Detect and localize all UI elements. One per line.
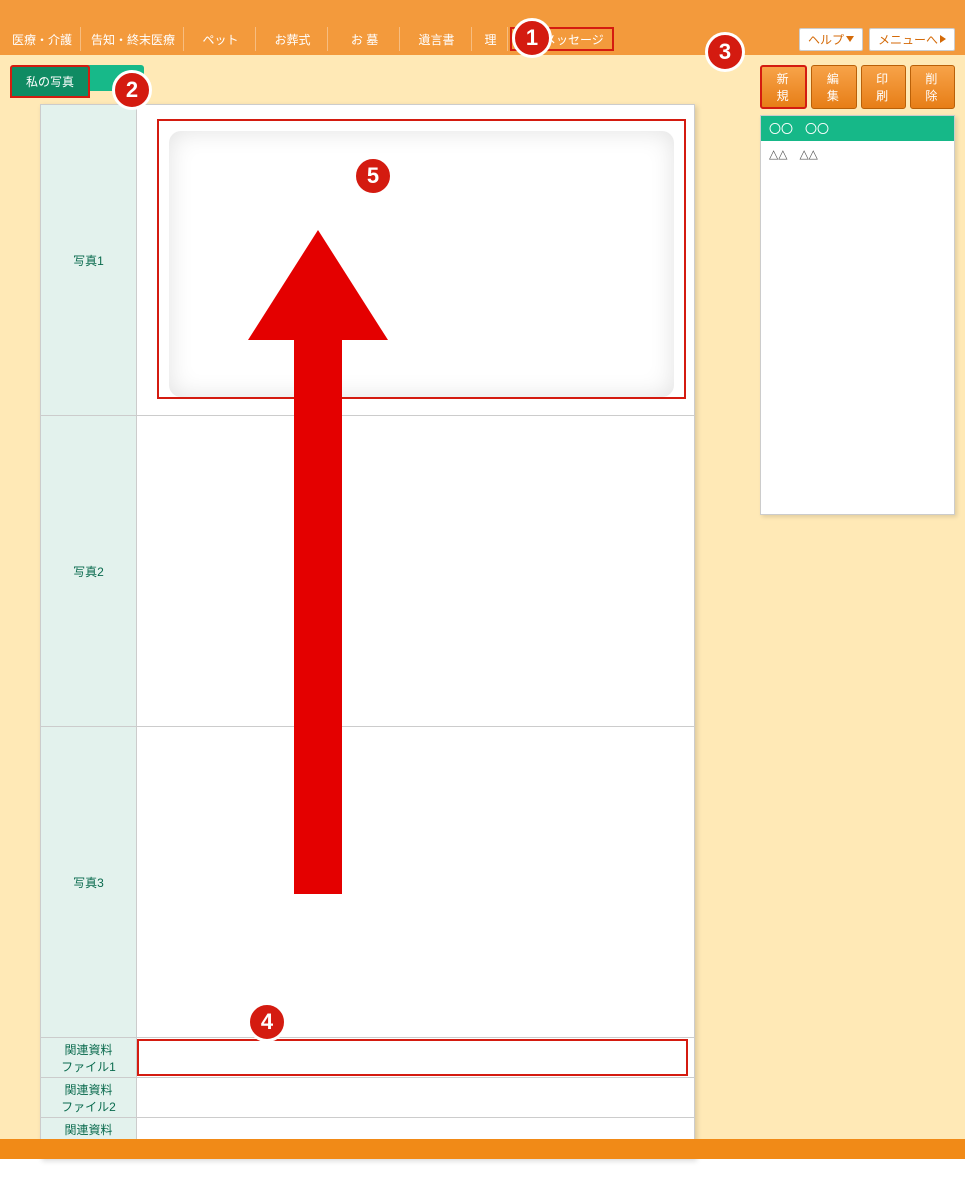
dropzone-highlight <box>157 119 686 399</box>
label-file1-a: 関連資料 <box>64 1041 112 1058</box>
label-file1: 関連資料 ファイル1 <box>41 1038 137 1077</box>
print-button[interactable]: 印刷 <box>861 65 906 109</box>
label-photo1: 写真1 <box>41 105 137 415</box>
help-button-label: ヘルプ <box>808 31 844 48</box>
content-file1[interactable] <box>137 1038 694 1077</box>
list-item-1[interactable]: 〇〇 〇〇 <box>761 116 954 141</box>
content-photo2[interactable] <box>137 416 694 726</box>
form-panel: 写真1 写真2 写真3 関連資料 <box>40 104 695 1159</box>
content-file2[interactable] <box>137 1078 694 1117</box>
list-panel: 〇〇 〇〇 △△ △△ <box>760 115 955 515</box>
edit-button[interactable]: 編集 <box>811 65 856 109</box>
menu-medical[interactable]: 医療・介護 <box>4 27 81 51</box>
label-photo3: 写真3 <box>41 727 137 1037</box>
subtab-bar: 私の写真 <box>10 65 746 98</box>
action-buttons: 新規 編集 印刷 削除 <box>760 65 955 109</box>
chevron-down-icon <box>846 36 854 42</box>
left-column: 私の写真 写真1 写真2 写真3 <box>10 65 746 1159</box>
dropzone-inner <box>169 131 674 397</box>
label-photo2: 写真2 <box>41 416 137 726</box>
menu-partial[interactable]: 理 <box>474 27 508 51</box>
menu-to-button[interactable]: メニューへ <box>869 28 955 51</box>
menu-to-label: メニューへ <box>878 31 938 48</box>
right-column: 新規 編集 印刷 削除 〇〇 〇〇 △△ △△ <box>760 65 955 515</box>
help-button[interactable]: ヘルプ <box>799 28 863 51</box>
menu-will[interactable]: 遺言書 <box>402 27 472 51</box>
delete-button[interactable]: 削除 <box>910 65 955 109</box>
content-area: 私の写真 写真1 写真2 写真3 <box>0 55 965 1159</box>
menu-grave[interactable]: お 墓 <box>330 27 400 51</box>
content-photo1[interactable] <box>137 105 694 415</box>
content-photo3[interactable] <box>137 727 694 1037</box>
list-item-2[interactable]: △△ △△ <box>761 141 954 166</box>
top-orange-bar <box>0 0 965 23</box>
label-file2-b: ファイル2 <box>61 1098 116 1115</box>
label-file2-a: 関連資料 <box>64 1081 112 1098</box>
label-file2: 関連資料 ファイル2 <box>41 1078 137 1117</box>
bottom-orange-strip <box>0 1139 965 1159</box>
menu-funeral[interactable]: お葬式 <box>258 27 328 51</box>
menu-pet[interactable]: ペット <box>186 27 256 51</box>
row-file1: 関連資料 ファイル1 <box>41 1038 694 1078</box>
subtab-my-photo[interactable]: 私の写真 <box>10 65 90 98</box>
new-button[interactable]: 新規 <box>760 65 807 109</box>
main-menu-bar: 医療・介護 告知・終末医療 ペット お葬式 お 墓 遺言書 理 私のメッセージ … <box>0 23 965 55</box>
file-highlight <box>137 1039 688 1076</box>
row-photo2: 写真2 <box>41 416 694 727</box>
row-photo1: 写真1 <box>41 105 694 416</box>
row-photo3: 写真3 <box>41 727 694 1038</box>
menu-notice[interactable]: 告知・終末医療 <box>83 27 184 51</box>
menu-my-message[interactable]: 私のメッセージ <box>510 27 614 51</box>
chevron-right-icon <box>940 35 946 43</box>
label-file3-a: 関連資料 <box>64 1121 112 1138</box>
subtab-second[interactable] <box>84 65 144 91</box>
label-file1-b: ファイル1 <box>61 1058 116 1075</box>
row-file2: 関連資料 ファイル2 <box>41 1078 694 1118</box>
